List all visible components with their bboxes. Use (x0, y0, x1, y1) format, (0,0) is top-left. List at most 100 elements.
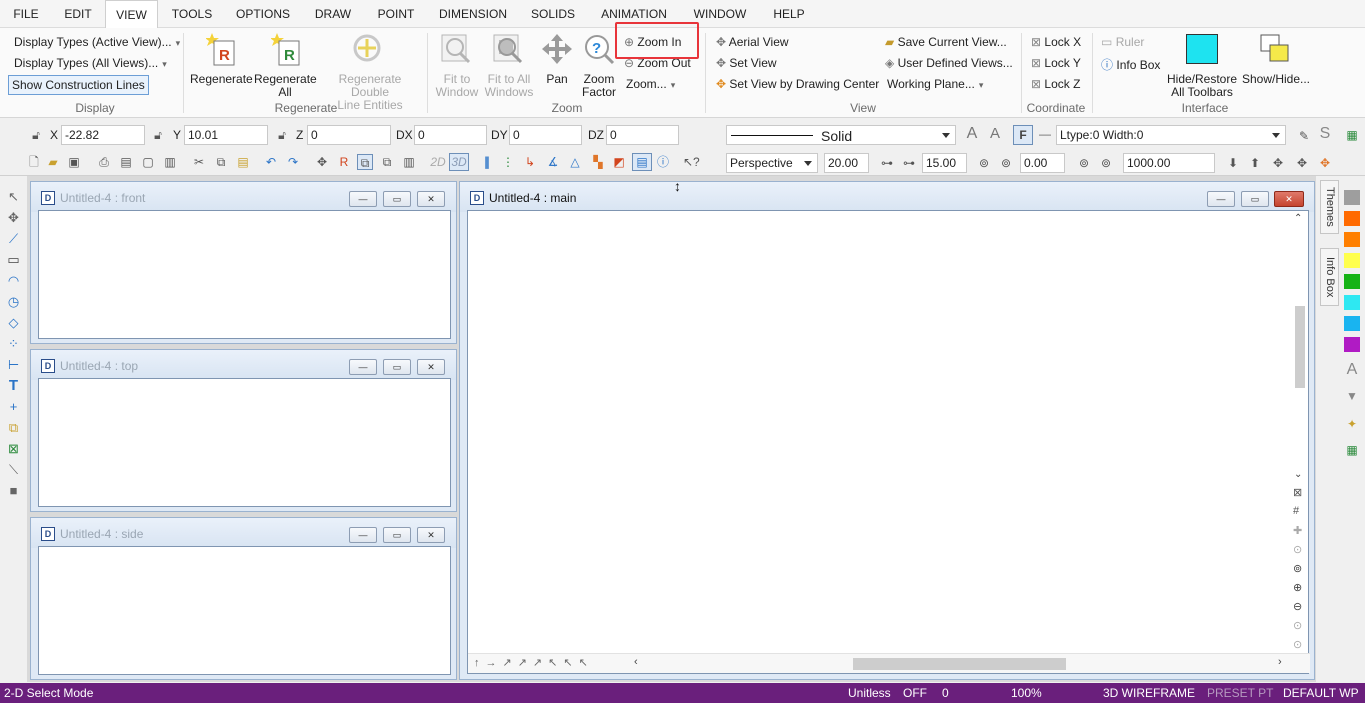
hatch-tool-icon[interactable]: ⊠ (5, 440, 22, 457)
axis-icon[interactable]: ↳ (522, 154, 538, 170)
themes-tab[interactable]: Themes (1320, 180, 1339, 234)
display-types-all[interactable]: Display Types (All Views)... (14, 56, 167, 70)
regenerate-button[interactable]: Regenerate (190, 73, 253, 86)
display-types-active[interactable]: Display Types (Active View)... (14, 35, 180, 49)
menu-file[interactable]: FILE (4, 0, 48, 28)
arc-tool-icon[interactable]: ◠ (5, 272, 22, 289)
scroll-down-icon[interactable]: ⌄ (1294, 469, 1302, 480)
scroll-left-icon[interactable]: ‹ (634, 656, 638, 668)
parallel-icon[interactable]: ∥ (479, 154, 495, 170)
hide-restore-all-toolbars-button[interactable]: Hide/Restore All Toolbars (1162, 73, 1242, 99)
ltype-width-select[interactable]: Ltype:0 Width:0 (1056, 125, 1286, 145)
polygon-tool-icon[interactable]: ◇ (5, 314, 22, 331)
mode-3d-button[interactable]: 3D (449, 153, 469, 171)
line-style-select[interactable]: Solid (726, 125, 956, 145)
set-view-button[interactable]: ✥ Set View (716, 56, 777, 70)
cut-icon[interactable]: ✂ (191, 154, 207, 170)
layers-icon[interactable]: ▥ (401, 154, 417, 170)
top-view-canvas[interactable] (38, 378, 451, 507)
triangle-icon[interactable]: △ (567, 154, 583, 170)
window-titlebar[interactable]: D Untitled-4 : side — ▭ ✕ (31, 518, 456, 548)
window-titlebar[interactable]: D Untitled-4 : main — ▭ ✕ (460, 182, 1314, 212)
user-defined-views-button[interactable]: ◈ User Defined Views... (885, 56, 1013, 70)
show-construction-lines-button[interactable]: Show Construction Lines (8, 75, 149, 95)
color-swatch-blue[interactable] (1344, 316, 1360, 331)
status-working-plane[interactable]: DEFAULT WP (1283, 683, 1359, 703)
working-plane-button[interactable]: Working Plane... (887, 77, 983, 91)
window-titlebar[interactable]: D Untitled-4 : front — ▭ ✕ (31, 182, 456, 212)
zoom-previous-icon[interactable]: ⊙ (1293, 619, 1302, 632)
view-angle2-input[interactable]: 15.00 (922, 153, 967, 173)
rotate-icon[interactable]: ⊚ (976, 155, 992, 171)
menu-dimension[interactable]: DIMENSION (432, 0, 514, 28)
maximize-button[interactable]: ▭ (383, 359, 411, 375)
point-tool-icon[interactable]: + (5, 398, 22, 415)
distance-icon[interactable]: ⊚ (1076, 155, 1092, 171)
text-grow-icon[interactable]: A (964, 126, 980, 142)
open-folder-icon[interactable]: ▰ (45, 154, 61, 170)
info-icon[interactable]: ⓘ (655, 154, 671, 170)
zoom-window-icon[interactable]: ⊙ (1293, 543, 1302, 556)
status-render-mode[interactable]: 3D WIREFRAME (1103, 683, 1195, 703)
select-tool-icon[interactable]: ↖ (5, 188, 22, 205)
close-button[interactable]: ✕ (417, 359, 445, 375)
pan-icon[interactable] (541, 33, 573, 65)
minimize-button[interactable]: — (349, 191, 377, 207)
color-swatch-yellow[interactable] (1344, 253, 1360, 268)
magic-wand-icon[interactable]: ✦ (1344, 416, 1360, 432)
rectangle-tool-icon[interactable]: ▭ (5, 251, 22, 268)
show-hide-toolbars-icon[interactable] (1259, 33, 1291, 65)
color-swatch-purple[interactable] (1344, 337, 1360, 352)
menu-draw[interactable]: DRAW (306, 0, 360, 28)
main-view-canvas[interactable]: ⌃ ⌄ ⊠ # ✚ ⊙ ⊚ ⊕ ⊖ ⊙ ⊙ ↑→↗↗↗↖↖↖ ‹ › (467, 210, 1310, 674)
copy-icon[interactable]: ⧉ (213, 154, 229, 170)
views-all-icon[interactable]: ⧉ (379, 154, 395, 170)
zoom-menu-button[interactable]: Zoom... (626, 77, 675, 91)
menu-tools[interactable]: TOOLS (164, 0, 220, 28)
zoom-in-small-icon[interactable]: ⊕ (1293, 581, 1302, 594)
scroll-up-icon[interactable]: ⌃ (1294, 213, 1302, 224)
paste-icon[interactable]: ▤ (235, 154, 251, 170)
distance2-icon[interactable]: ⊚ (1098, 155, 1114, 171)
menu-help[interactable]: HELP (764, 0, 814, 28)
dz-input[interactable]: 0 (606, 125, 679, 145)
undo-icon[interactable]: ↶ (263, 154, 279, 170)
regenerate-icon[interactable]: R (205, 33, 236, 67)
color-swatch-dark-orange[interactable] (1344, 232, 1360, 247)
aerial-view-button[interactable]: ✥ Aerial View (716, 35, 789, 49)
color-swatch-gray[interactable] (1344, 190, 1360, 205)
scroll-thumb-horizontal[interactable] (853, 658, 1066, 670)
close-button[interactable]: ✕ (417, 527, 445, 543)
zoom-factor-small-icon[interactable]: ⊙ (1293, 638, 1302, 651)
scroll-thumb[interactable] (1295, 306, 1305, 388)
pen-icon[interactable]: ✎ (1296, 128, 1312, 144)
minimize-button[interactable]: — (349, 359, 377, 375)
grid-lines-icon[interactable]: ⋮ (500, 154, 516, 170)
scroll-right-icon[interactable]: › (1278, 656, 1282, 668)
crosshair-icon[interactable]: ✥ (1294, 155, 1310, 171)
horizontal-scrollbar[interactable]: ↑→↗↗↗↖↖↖ ‹ › (468, 653, 1310, 673)
hide-restore-toolbars-icon[interactable] (1186, 34, 1218, 64)
pan-small-icon[interactable]: ✚ (1293, 524, 1302, 537)
info-box-tab[interactable]: Info Box (1320, 248, 1339, 306)
menu-options[interactable]: OPTIONS (228, 0, 298, 28)
maximize-button[interactable]: ▭ (383, 191, 411, 207)
polyline-tool-icon[interactable]: ⟋ (5, 230, 22, 247)
menu-view[interactable]: VIEW (105, 0, 158, 29)
y-coordinate-input[interactable]: 10.01 (184, 125, 268, 145)
save-current-view-button[interactable]: ▰ Save Current View... (885, 35, 1007, 49)
maximize-button[interactable]: ▭ (1241, 191, 1269, 207)
color-swatch-orange[interactable] (1344, 211, 1360, 226)
lock-icon[interactable]: 🔓︎ (150, 127, 166, 143)
filter-icon[interactable]: ▼ (1344, 388, 1360, 404)
help-pointer-icon[interactable]: ↖? (683, 154, 700, 170)
zoom-angle-icon[interactable]: ⊶ (879, 155, 895, 171)
symbol-tool-icon[interactable]: ⧉ (5, 419, 22, 436)
show-hide-button[interactable]: Show/Hide... (1240, 73, 1312, 86)
fit-to-window-icon[interactable] (440, 33, 472, 65)
angle-toggle-icon[interactable]: ⊶ (901, 155, 917, 171)
layer-up-icon[interactable]: ⬆ (1247, 155, 1263, 171)
text-shrink-icon[interactable]: A (987, 126, 1003, 142)
move-tool-icon[interactable]: ✥ (5, 209, 22, 226)
move-icon[interactable]: ✥ (314, 154, 330, 170)
